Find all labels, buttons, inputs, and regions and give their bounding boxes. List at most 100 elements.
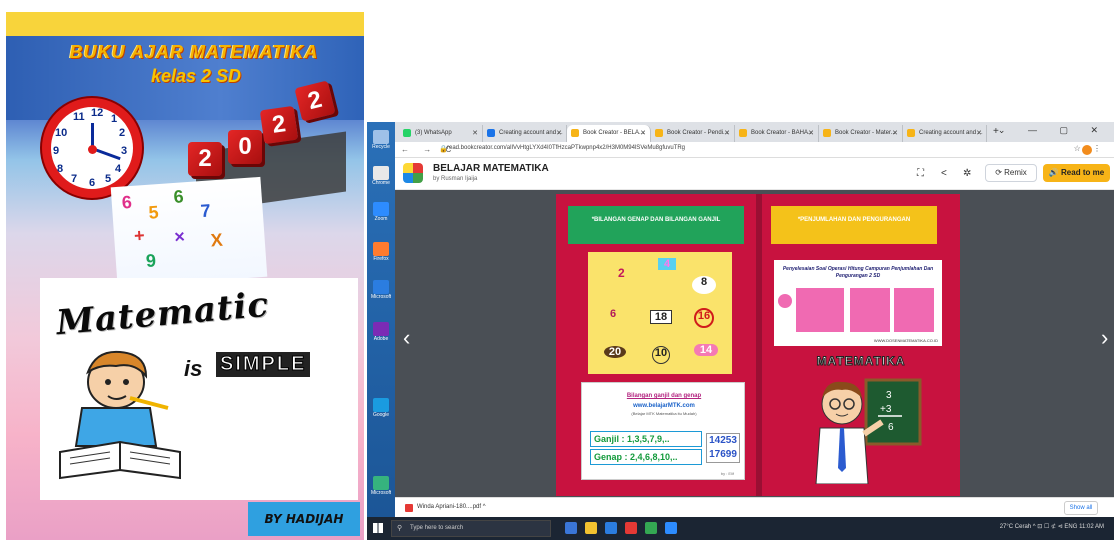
browser-tab[interactable]: Book Creator - Mater... ✕ bbox=[819, 125, 903, 142]
taskbar-app-icon[interactable] bbox=[585, 522, 597, 534]
close-icon[interactable]: ✕ bbox=[724, 129, 730, 137]
tab-label: Book Creator - Pendi... bbox=[667, 130, 729, 136]
desktop-icon-label: Zoom bbox=[374, 216, 388, 222]
browser-tab-active[interactable]: Book Creator - BELA... ✕ bbox=[567, 125, 651, 142]
search-icon: ⚲ bbox=[397, 525, 403, 532]
gear-icon[interactable]: ✲ bbox=[963, 168, 971, 179]
desktop-icon[interactable]: Recycle bbox=[371, 130, 391, 150]
worksheet-bullet bbox=[778, 294, 792, 308]
desktop-icon[interactable]: Adobe bbox=[371, 322, 391, 342]
close-icon[interactable]: ✕ bbox=[808, 129, 814, 137]
show-all-button[interactable]: Show all bbox=[1064, 501, 1098, 515]
url-field[interactable]: read.bookcreator.com/aIlVvHtgLYXd4I0TfHz… bbox=[447, 145, 685, 151]
worksheet-title: Penyelesaian Soal Operasi Hitung Campura… bbox=[782, 266, 934, 279]
share-icon[interactable]: < bbox=[941, 168, 947, 179]
close-icon[interactable]: ✕ bbox=[556, 129, 562, 137]
number-shape: 14 bbox=[694, 344, 718, 356]
clock-number: 6 bbox=[89, 177, 96, 189]
cover-subtitle: kelas 2 SD bbox=[150, 66, 242, 86]
tab-favicon-icon bbox=[907, 129, 915, 137]
ganjil-row: Ganjil : 1,3,5,7,9,.. bbox=[590, 431, 702, 447]
desktop-icon-label: Microsoft Edge bbox=[371, 490, 391, 496]
cover-top-band bbox=[6, 12, 364, 36]
pdf-icon bbox=[405, 504, 413, 512]
taskbar-search-input[interactable]: ⚲ Type here to search bbox=[391, 520, 551, 537]
number-shape: 2 bbox=[618, 266, 625, 280]
book-author: by Rusman Ijaija bbox=[433, 176, 478, 182]
worksheet-panel bbox=[796, 288, 844, 332]
download-filename: Winda Apriani-180....pdf bbox=[417, 504, 482, 510]
screenshot-stage: BUKU AJAR MATEMATIKA kelas 2 SD 11 12 1 … bbox=[0, 0, 1114, 540]
bookcreator-logo-icon bbox=[403, 163, 423, 183]
book-cover: BUKU AJAR MATEMATIKA kelas 2 SD 11 12 1 … bbox=[6, 12, 364, 540]
clock-illustration: 11 12 1 2 10 3 9 4 8 5 7 6 bbox=[42, 98, 142, 198]
number-shapes-box: 2 4 8 6 18 16 20 10 14 bbox=[588, 252, 732, 374]
tab-label: (3) WhatsApp bbox=[415, 130, 452, 136]
close-icon[interactable]: ✕ bbox=[892, 129, 898, 137]
toolbar-icons[interactable]: ☆ ⋮ bbox=[1074, 144, 1106, 153]
prev-page-arrow-icon[interactable]: ‹ bbox=[403, 325, 410, 351]
matematika-label: MATEMATIKA bbox=[816, 354, 906, 369]
tab-favicon-icon bbox=[487, 129, 495, 137]
ganjil-card-credit: by : Elif bbox=[720, 471, 734, 476]
whatsapp-icon bbox=[403, 129, 411, 137]
download-item[interactable]: Winda Apriani-180....pdf ^ bbox=[403, 501, 501, 515]
browser-tab[interactable]: (3) WhatsApp ✕ bbox=[399, 125, 483, 142]
number-shape: 6 bbox=[610, 308, 617, 320]
desktop-icon-label: Adobe bbox=[373, 336, 389, 342]
ganjil-card-title: Bilangan ganjil dan genap bbox=[626, 393, 702, 399]
taskbar-app-icon[interactable] bbox=[625, 522, 637, 534]
close-icon[interactable]: ✕ bbox=[640, 129, 646, 137]
math-symbols-card: 6 5 6 7 + × X 9 bbox=[110, 176, 268, 288]
desktop-screenshot: Recycle Chrome Zoom Firefox Microsoft Ed… bbox=[367, 122, 1114, 540]
desktop-icon-label: Chrome bbox=[372, 180, 390, 186]
clock-center bbox=[88, 145, 97, 154]
bookcreator-icon bbox=[571, 129, 579, 137]
desktop-icon-label: Firefox bbox=[373, 256, 389, 262]
expand-icon[interactable]: ⛶ bbox=[917, 168, 924, 179]
desktop-icon-label: Microsoft Edge bbox=[371, 294, 391, 300]
ganjil-card-sub: (Belajar MTK Matematika itu Mudah) bbox=[631, 411, 697, 416]
remix-button[interactable]: ⟳ Remix bbox=[985, 164, 1037, 182]
desktop-icon[interactable]: Google bbox=[371, 398, 391, 418]
desktop-icon[interactable]: Chrome bbox=[371, 166, 391, 186]
desktop-icon[interactable]: Microsoft Edge bbox=[371, 280, 391, 300]
clock-number: 1 bbox=[111, 113, 118, 125]
taskbar-app-icon[interactable] bbox=[665, 522, 677, 534]
address-bar: ← → C 🔒 read.bookcreator.com/aIlVvHtgLYX… bbox=[395, 142, 1114, 158]
clock-number: 11 bbox=[73, 111, 85, 123]
window-controls[interactable]: ⌄ — ▢ ✕ bbox=[998, 125, 1108, 136]
tab-label: Creating account and ... bbox=[499, 130, 563, 136]
clock-number: 2 bbox=[119, 127, 126, 139]
boy-reading-illustration bbox=[59, 350, 181, 480]
desktop-icon[interactable]: Firefox bbox=[371, 242, 391, 262]
bookcreator-header: BELAJAR MATEMATIKA by Rusman Ijaija ⛶ < … bbox=[395, 158, 1114, 190]
read-to-me-button[interactable]: 🔊 Read to me bbox=[1043, 164, 1110, 182]
close-icon[interactable]: ✕ bbox=[472, 129, 478, 137]
ganjil-genap-card: Bilangan ganjil dan genap www.belajarMTK… bbox=[581, 382, 745, 480]
bookcreator-icon bbox=[655, 129, 663, 137]
browser-tab[interactable]: Creating account and ... ✕ bbox=[483, 125, 567, 142]
taskbar-app-icon[interactable] bbox=[565, 522, 577, 534]
taskbar-app-icon[interactable] bbox=[605, 522, 617, 534]
browser-tab[interactable]: Book Creator - BAHA... ✕ bbox=[735, 125, 819, 142]
number-shape: 18 bbox=[650, 310, 672, 324]
clock-number: 3 bbox=[121, 145, 128, 157]
browser-tab[interactable]: Book Creator - Pendi... ✕ bbox=[651, 125, 735, 142]
next-page-arrow-icon[interactable]: › bbox=[1101, 325, 1108, 351]
cover-author: BY HADIJAH bbox=[248, 502, 360, 536]
desktop-icon[interactable]: Zoom bbox=[371, 202, 391, 222]
right-page-header: *PENJUMLAHAN DAN PENGURANGAN bbox=[771, 206, 937, 244]
year-cube: 2 bbox=[188, 142, 222, 176]
bookcreator-icon bbox=[823, 129, 831, 137]
browser-tab[interactable]: Creating account and ... ✕ bbox=[903, 125, 987, 142]
close-icon[interactable]: ✕ bbox=[976, 129, 982, 137]
desktop-icon-column: Recycle Chrome Zoom Firefox Microsoft Ed… bbox=[367, 122, 395, 517]
system-tray[interactable]: 27°C Cerah ^ ⊡ ☐ ⊄ ⊲ ENG 11:02 AM bbox=[1000, 523, 1104, 530]
right-page: *PENJUMLAHAN DAN PENGURANGAN Penyelesaia… bbox=[762, 194, 960, 496]
cover-simple-text: SIMPLE bbox=[216, 352, 311, 377]
taskbar-app-icon[interactable] bbox=[645, 522, 657, 534]
windows-start-icon[interactable] bbox=[373, 523, 383, 533]
worksheet-site: WWW.DOSENMATEMATIKA.CO.ID bbox=[873, 338, 938, 343]
desktop-icon[interactable]: Microsoft Edge bbox=[371, 476, 391, 496]
